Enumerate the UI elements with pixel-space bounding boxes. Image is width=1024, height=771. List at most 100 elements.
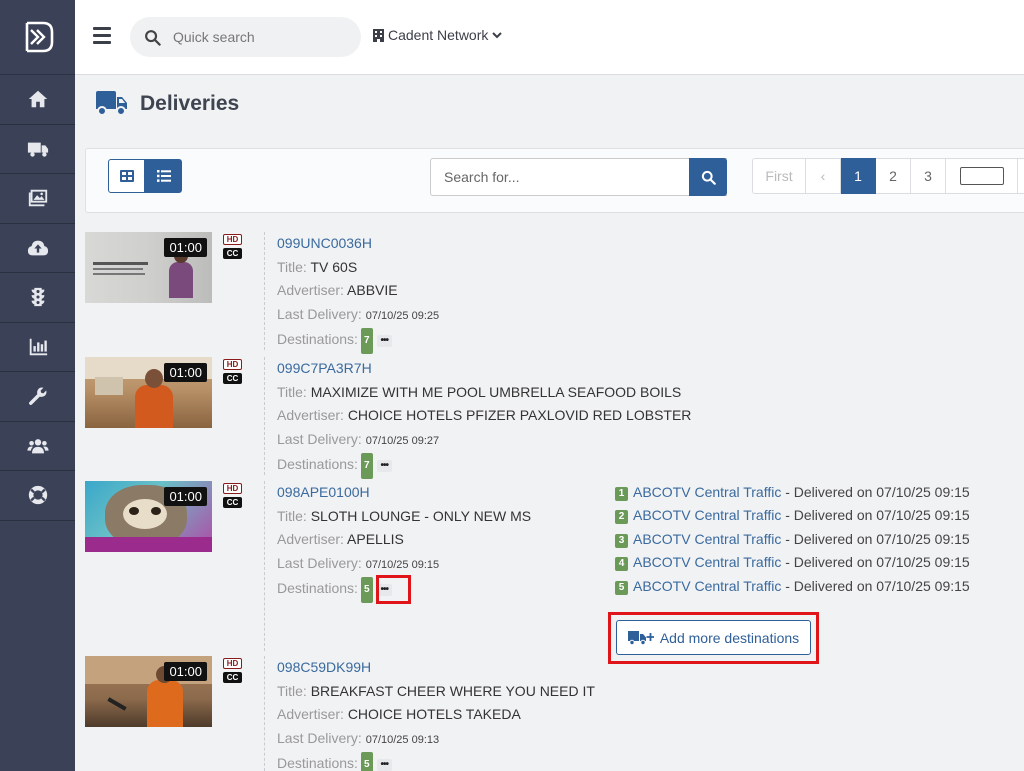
sidebar-item-reports[interactable]	[0, 323, 75, 372]
hd-badge: HD	[223, 658, 242, 669]
search-input[interactable]	[430, 158, 727, 196]
destinations-count: 5	[360, 752, 373, 771]
pager-prev[interactable]: ‹	[806, 158, 841, 194]
quick-search-input[interactable]	[173, 29, 343, 45]
last-delivery-value: 07/10/25 09:15	[365, 558, 440, 571]
users-icon	[26, 438, 49, 454]
destinations-count: 5	[360, 577, 373, 603]
delivery-info: 098APE0100H Title: SLOTH LOUNGE - ONLY N…	[264, 481, 531, 651]
toolbar: First ‹ 1 2 3	[85, 148, 1024, 213]
title-label: Title:	[277, 507, 307, 524]
media-icon	[28, 190, 47, 207]
destinations-count: 7	[360, 453, 373, 479]
truck-plus-icon	[627, 630, 654, 645]
destination-station-link[interactable]: ABCOTV Central Traffic	[633, 578, 781, 594]
spot-code-link[interactable]: 098APE0100H	[277, 481, 531, 505]
truck-icon	[27, 142, 48, 157]
more-destinations-button[interactable]: •••	[376, 759, 393, 771]
chart-icon	[29, 338, 47, 355]
menu-toggle-icon[interactable]	[93, 27, 111, 45]
sidebar-item-support[interactable]	[0, 471, 75, 521]
delivery-row: 01:00 HD CC 099C7PA3R7H Title: MAXIMIZE …	[85, 357, 1024, 479]
video-thumbnail[interactable]: 01:00	[85, 481, 212, 552]
destinations-label: Destinations:	[277, 456, 358, 472]
sidebar-item-home[interactable]	[0, 75, 75, 125]
hd-badge: HD	[223, 483, 242, 494]
grid-view-button[interactable]	[108, 159, 145, 193]
page-title: Deliveries	[140, 92, 240, 115]
list-icon	[156, 170, 171, 182]
video-duration: 01:00	[164, 662, 207, 681]
logo-icon	[25, 21, 53, 53]
advertiser-label: Advertiser:	[277, 407, 344, 423]
video-thumbnail[interactable]: 01:00	[85, 232, 212, 303]
last-delivery-label: Last Delivery:	[277, 554, 362, 571]
video-thumbnail[interactable]: 01:00	[85, 357, 212, 428]
destination-status: - Delivered on 07/10/25 09:15	[781, 484, 970, 500]
last-delivery-label: Last Delivery:	[277, 305, 362, 322]
destination-station-link[interactable]: ABCOTV Central Traffic	[633, 484, 781, 500]
destination-station-link[interactable]: ABCOTV Central Traffic	[633, 554, 781, 570]
network-selector[interactable]: Cadent Network	[373, 27, 507, 43]
video-duration: 01:00	[164, 363, 207, 382]
video-thumbnail[interactable]: 01:00	[85, 656, 212, 727]
pager-page-1[interactable]: 1	[841, 158, 876, 194]
more-destinations-button[interactable]: •••	[376, 335, 393, 347]
sidebar-item-deliveries[interactable]	[0, 125, 75, 174]
delivery-info: 099C7PA3R7H Title: MAXIMIZE WITH ME POOL…	[264, 357, 692, 479]
destination-item: 3 ABCOTV Central Traffic - Delivered on 0…	[615, 528, 970, 551]
pager-first[interactable]: First	[752, 158, 806, 194]
search-icon	[145, 29, 161, 46]
chevron-down-icon	[492, 32, 503, 39]
sidebar-item-upload[interactable]	[0, 224, 75, 273]
wrench-icon	[28, 387, 46, 406]
cc-badge: CC	[223, 672, 242, 683]
format-badges: HD CC	[223, 234, 242, 259]
advertiser-value: ABBVIE	[347, 282, 398, 298]
destination-number: 1	[615, 487, 628, 501]
destination-list: 1 ABCOTV Central Traffic - Delivered on 0…	[615, 481, 970, 598]
list-view-button[interactable]	[145, 159, 182, 193]
destination-station-link[interactable]: ABCOTV Central Traffic	[633, 507, 781, 523]
destination-station-link[interactable]: ABCOTV Central Traffic	[633, 531, 781, 547]
spot-title: SLOTH LOUNGE - ONLY NEW MS	[310, 507, 532, 524]
title-label: Title:	[277, 682, 307, 699]
sidebar-item-tools[interactable]	[0, 372, 75, 422]
building-icon	[373, 28, 384, 42]
page-size-field[interactable]	[946, 158, 1018, 194]
spot-title: MAXIMIZE WITH ME POOL UMBRELLA SEAFOOD B…	[310, 383, 682, 400]
destinations-label: Destinations:	[277, 755, 358, 771]
add-destinations-label: Add more destinations	[659, 629, 800, 646]
destinations-label: Destinations:	[277, 580, 358, 596]
more-destinations-button[interactable]: •••	[376, 584, 393, 596]
app-logo[interactable]	[0, 0, 75, 75]
spot-code-link[interactable]: 099C7PA3R7H	[277, 357, 691, 381]
quick-search[interactable]	[130, 17, 361, 57]
sidebar-item-media[interactable]	[0, 174, 75, 224]
add-destinations-button[interactable]: Add more destinations	[616, 620, 811, 655]
life-ring-icon	[28, 486, 47, 505]
view-toggle	[108, 159, 182, 193]
destination-item: 1 ABCOTV Central Traffic - Delivered on 0…	[615, 481, 970, 504]
delivery-row: 01:00 HD CC 098C59DK99H Title: BREAKFAST…	[85, 656, 1024, 771]
advertiser-value: CHOICE HOTELS PFIZER PAXLOVID RED LOBSTE…	[347, 407, 692, 423]
pager-page-3[interactable]: 3	[911, 158, 946, 194]
cc-badge: CC	[223, 497, 242, 508]
spot-code-link[interactable]: 098C59DK99H	[277, 656, 595, 680]
top-bar: Cadent Network	[75, 0, 1024, 75]
sidebar-item-traffic[interactable]	[0, 273, 75, 323]
spot-code-link[interactable]: 099UNC0036H	[277, 232, 439, 256]
pager-next[interactable]	[1018, 158, 1024, 194]
destination-number: 5	[615, 580, 628, 595]
more-destinations-button[interactable]: •••	[376, 460, 393, 472]
cc-badge: CC	[223, 248, 242, 259]
grid-icon	[119, 170, 134, 182]
pager-page-2[interactable]: 2	[876, 158, 911, 194]
destination-number: 2	[615, 510, 628, 525]
search-icon	[701, 170, 716, 185]
last-delivery-value: 07/10/25 09:13	[365, 733, 440, 746]
sidebar-item-users[interactable]	[0, 422, 75, 471]
hd-badge: HD	[223, 234, 242, 245]
search-button[interactable]	[689, 158, 727, 196]
advertiser-value: APELLIS	[347, 531, 404, 547]
